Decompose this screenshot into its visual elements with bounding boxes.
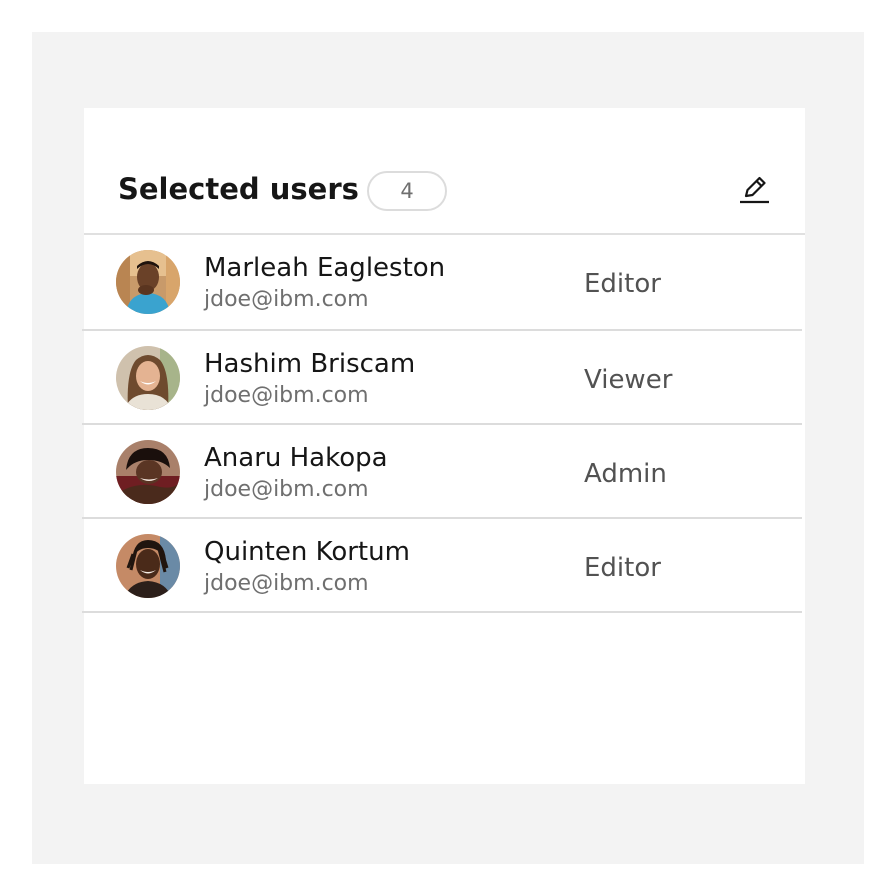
user-email: jdoe@ibm.com [204,571,369,596]
user-role: Editor [584,553,661,583]
user-row[interactable]: Marleah Eagleston jdoe@ibm.com Editor [82,235,802,331]
user-role: Admin [584,459,667,489]
user-email: jdoe@ibm.com [204,383,369,408]
user-name: Hashim Briscam [204,349,416,379]
avatar-photo-icon [116,346,180,410]
user-row[interactable]: Quinten Kortum jdoe@ibm.com Editor [82,519,802,613]
avatar-photo-icon [116,440,180,504]
user-list: Marleah Eagleston jdoe@ibm.com Editor Ha… [82,235,802,613]
panel-header: Selected users 4 [84,108,805,235]
avatar-photo-icon [116,534,180,598]
user-row[interactable]: Anaru Hakopa jdoe@ibm.com Admin [82,425,802,519]
user-name: Anaru Hakopa [204,443,388,473]
user-email: jdoe@ibm.com [204,287,369,312]
user-count-badge: 4 [367,171,447,211]
selected-users-panel: Selected users 4 Marleah Eagleston jdoe@… [82,108,805,784]
user-row[interactable]: Hashim Briscam jdoe@ibm.com Viewer [82,331,802,425]
user-name: Quinten Kortum [204,537,410,567]
panel-title: Selected users [118,172,359,206]
user-role: Viewer [584,365,673,395]
user-email: jdoe@ibm.com [204,477,369,502]
pencil-edit-icon[interactable] [738,174,772,206]
avatar-photo-icon [116,250,180,314]
user-role: Editor [584,269,661,299]
user-name: Marleah Eagleston [204,253,446,283]
